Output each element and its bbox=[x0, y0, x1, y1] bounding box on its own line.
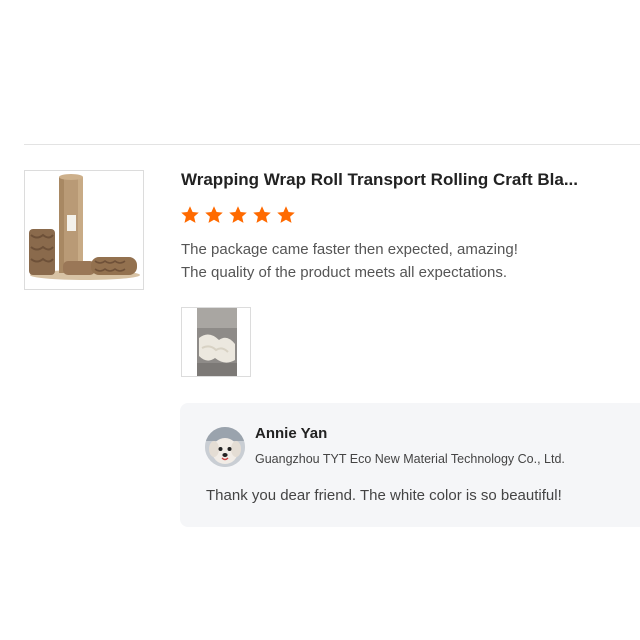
star-rating bbox=[180, 205, 296, 225]
star-icon bbox=[253, 206, 271, 223]
reply-author-name: Annie Yan bbox=[255, 425, 328, 442]
reply-company[interactable]: Guangzhou TYT Eco New Material Technolog… bbox=[255, 452, 565, 466]
star-icon bbox=[181, 206, 199, 223]
product-thumbnail[interactable] bbox=[24, 170, 144, 290]
review-line: The quality of the product meets all exp… bbox=[181, 264, 508, 281]
star-icon bbox=[277, 206, 295, 223]
reply-text: Thank you dear friend. The white color i… bbox=[206, 487, 562, 504]
star-icon bbox=[205, 206, 223, 223]
dog-avatar-icon bbox=[205, 427, 245, 467]
kraft-paper-roll-image bbox=[25, 171, 143, 289]
review-line: The package came faster then expected, a… bbox=[181, 241, 518, 258]
section-divider bbox=[24, 144, 640, 145]
review-text: The package came faster then expected, a… bbox=[181, 238, 621, 284]
review-photo-thumbnail bbox=[182, 308, 250, 376]
seller-reply: Annie Yan Guangzhou TYT Eco New Material… bbox=[180, 403, 640, 527]
product-title[interactable]: Wrapping Wrap Roll Transport Rolling Cra… bbox=[181, 170, 631, 190]
review-photo[interactable] bbox=[181, 307, 251, 377]
avatar bbox=[205, 427, 245, 467]
star-icon bbox=[229, 206, 247, 223]
